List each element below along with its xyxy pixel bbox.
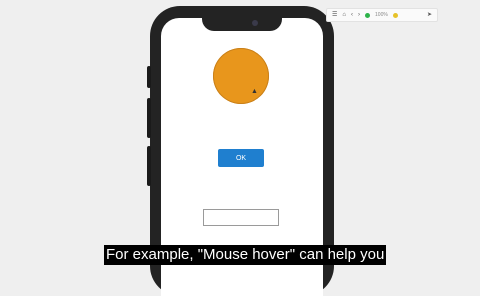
phone-volume-up-button <box>147 98 151 138</box>
phone-notch <box>202 18 282 31</box>
back-icon[interactable]: ‹ <box>351 12 353 18</box>
browser-toolbar: ☰ ⌂ ‹ › 100% ➤ <box>326 8 438 22</box>
video-subtitle: For example, "Mouse hover" can help you <box>104 245 387 265</box>
ok-button[interactable]: OK <box>218 149 264 167</box>
extension-icon[interactable] <box>392 12 398 18</box>
forward-icon[interactable]: › <box>358 12 360 18</box>
zoom-level[interactable]: 100% <box>375 12 388 18</box>
phone-side-button <box>147 66 151 88</box>
cursor-icon: ▲ <box>251 88 258 95</box>
phone-volume-down-button <box>147 146 151 186</box>
text-input[interactable] <box>203 209 279 226</box>
camera-icon <box>252 20 258 26</box>
menu-icon[interactable]: ☰ <box>332 12 337 18</box>
home-icon[interactable]: ⌂ <box>342 12 346 18</box>
status-dot-icon <box>365 12 371 18</box>
hover-circle[interactable] <box>213 48 269 104</box>
send-icon[interactable]: ➤ <box>427 12 432 18</box>
